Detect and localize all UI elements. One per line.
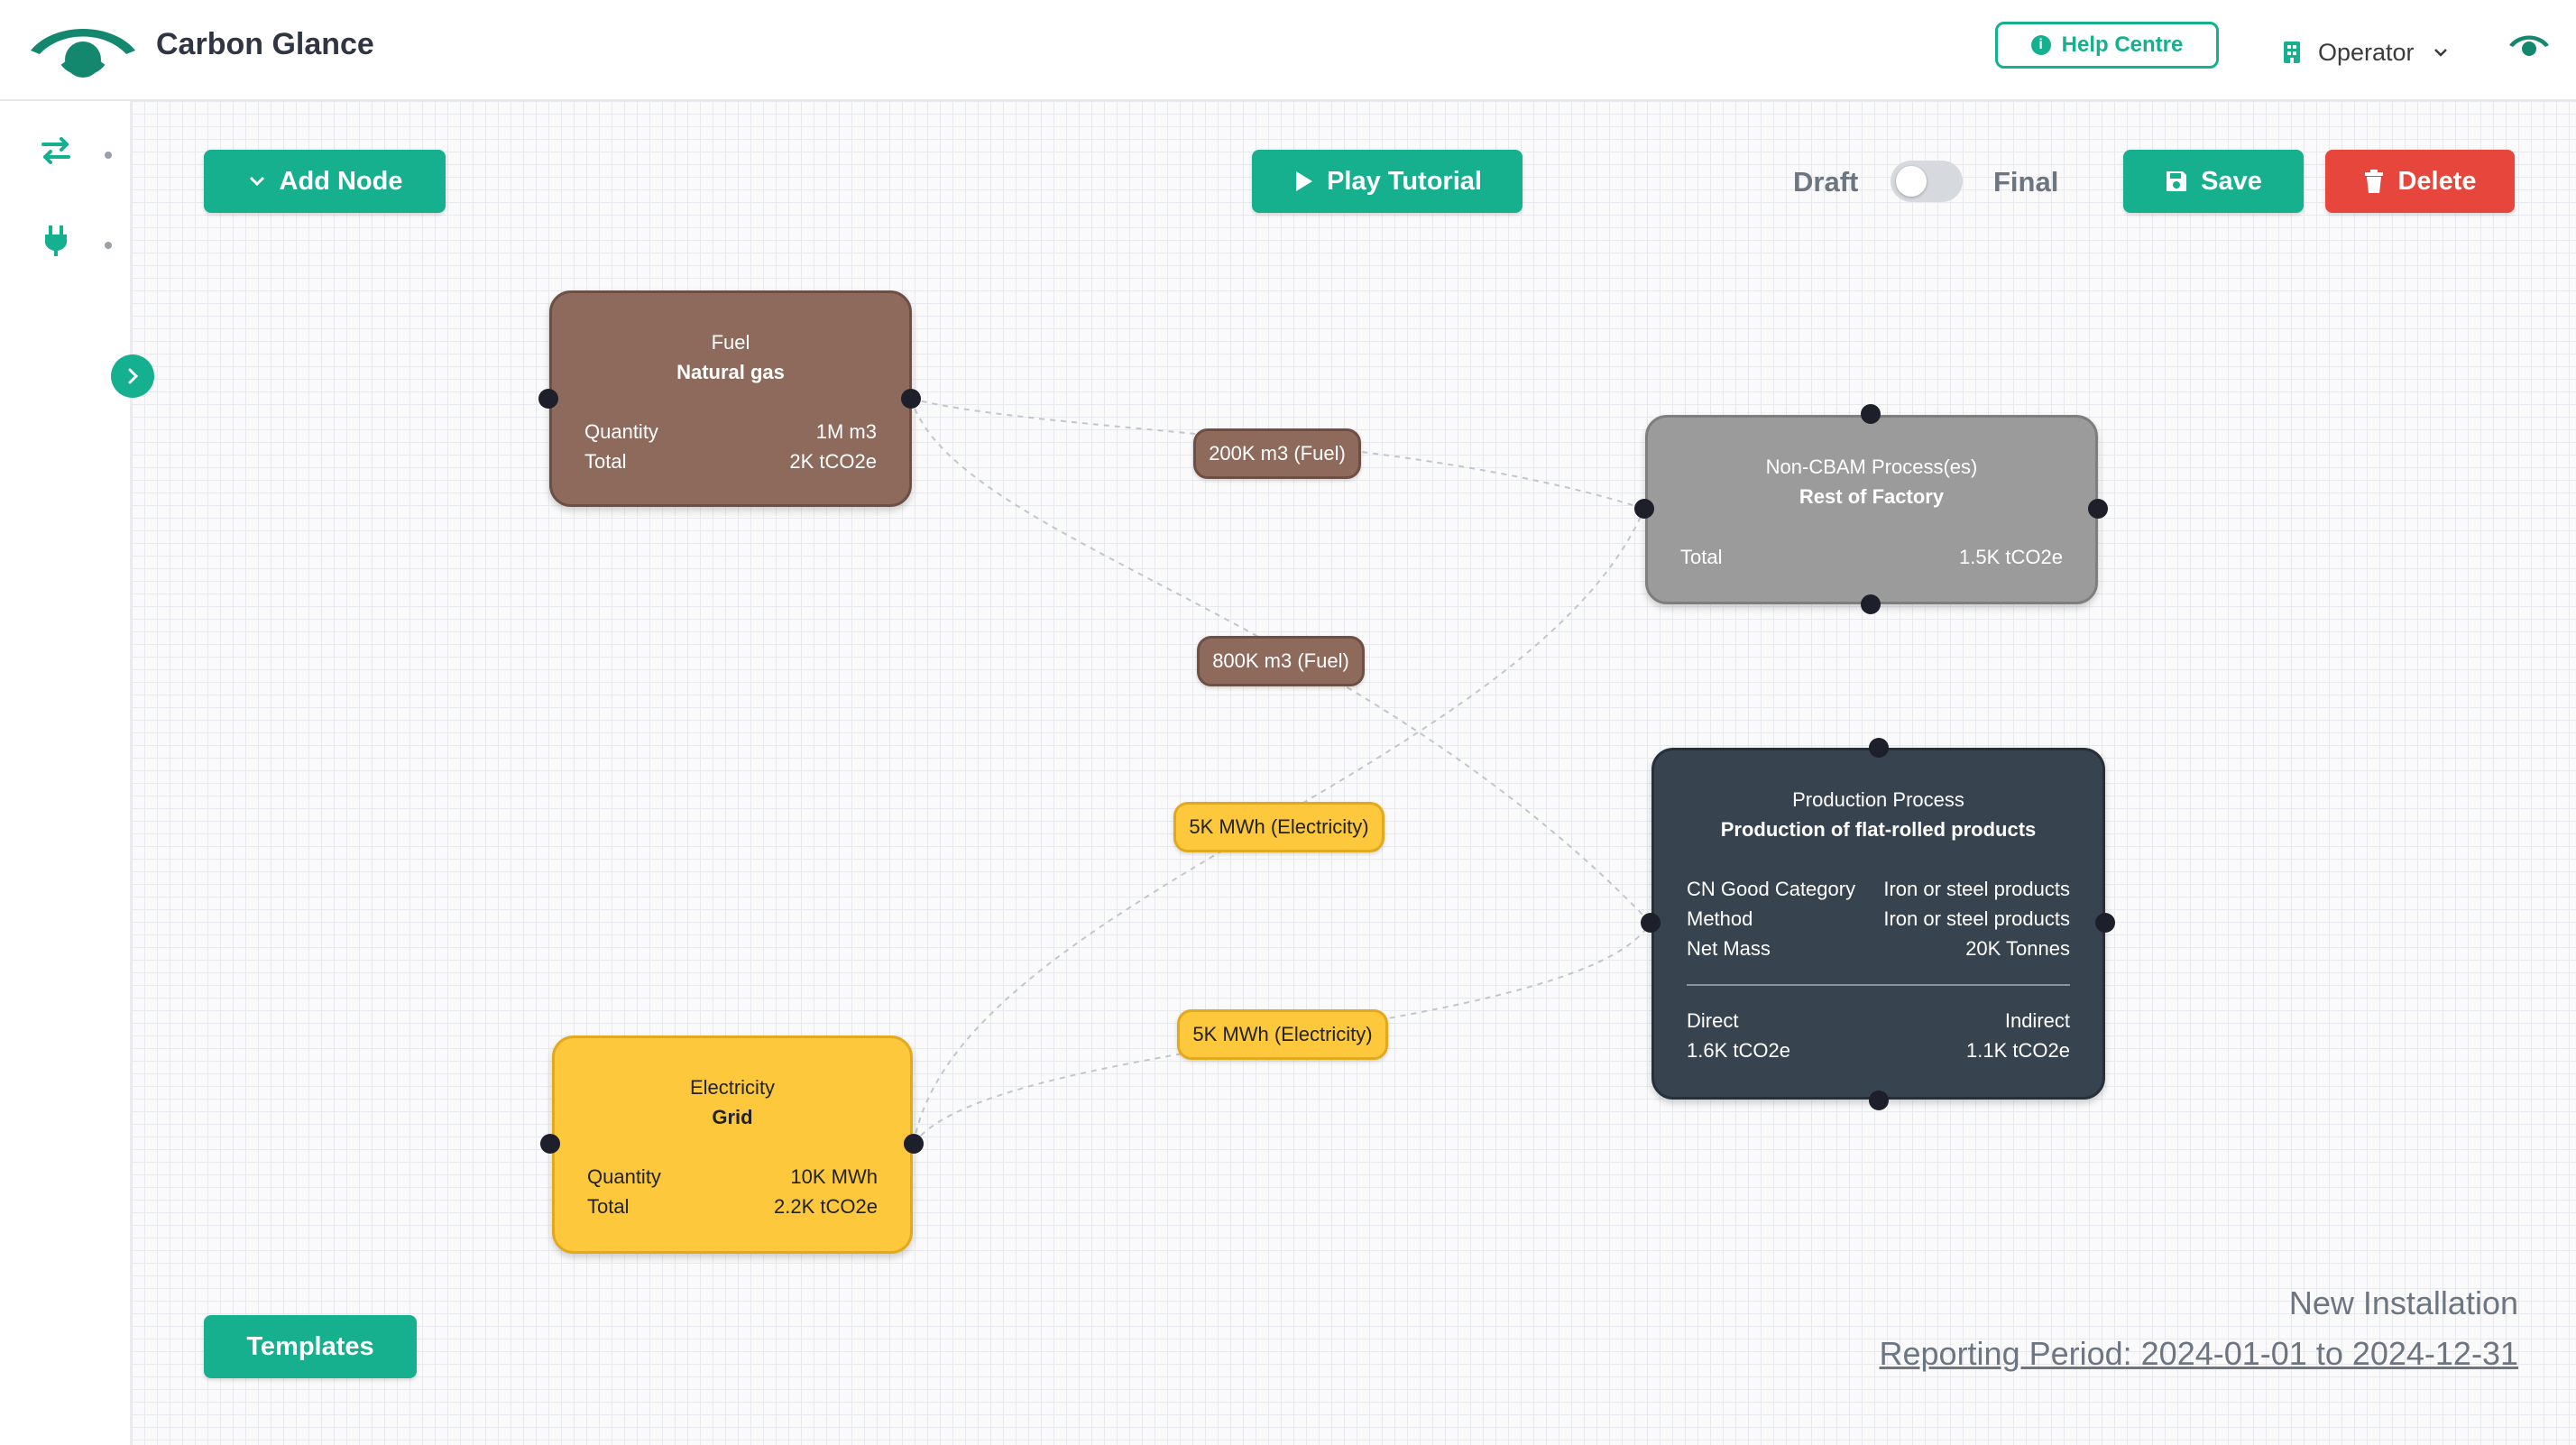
role-selector[interactable]: Operator (2282, 34, 2451, 70)
draft-label: Draft (1793, 166, 1859, 198)
reporting-period-link[interactable]: Reporting Period: 2024-01-01 to 2024-12-… (1880, 1335, 2519, 1373)
eye-icon[interactable] (2507, 32, 2551, 60)
connection-handle[interactable] (538, 389, 558, 409)
eye-logo-icon[interactable] (27, 18, 139, 81)
building-icon (2284, 41, 2300, 63)
node-electricity[interactable]: Electricity Grid Quantity 10K MWh Total … (552, 1035, 913, 1254)
chevron-down-icon (2433, 49, 2447, 57)
save-label: Save (2201, 166, 2262, 196)
node-type: Production Process (1792, 788, 1964, 811)
role-label: Operator (2318, 38, 2415, 66)
node-type: Fuel (711, 331, 750, 354)
node-row: Method Iron or steel products (1687, 907, 2070, 931)
expand-sidebar-button[interactable] (111, 354, 154, 398)
node-name: Grid (712, 1106, 753, 1128)
info-icon: i (2030, 35, 2051, 55)
row-value: Iron or steel products (1883, 907, 2070, 930)
plug-icon[interactable] (38, 222, 74, 258)
help-centre-button[interactable]: i Help Centre (1995, 22, 2219, 69)
row-value: 1M m3 (815, 420, 877, 443)
row-value: 1.5K tCO2e (1959, 546, 2063, 568)
node-name: Rest of Factory (1799, 485, 1945, 508)
node-row: Total 2K tCO2e (584, 450, 877, 474)
flow-canvas[interactable] (132, 101, 2576, 1445)
edge-label[interactable]: 800K m3 (Fuel) (1197, 636, 1365, 686)
node-name: Natural gas (676, 361, 785, 383)
node-production-process[interactable]: Production Process Production of flat-ro… (1651, 748, 2105, 1100)
row-value: 2K tCO2e (789, 450, 877, 473)
row-label: Quantity (587, 1165, 661, 1188)
row-label: CN Good Category (1687, 878, 1856, 900)
direct-label: Direct (1687, 1009, 1739, 1032)
node-type: Electricity (689, 1076, 776, 1099)
node-row: Quantity 1M m3 (584, 420, 877, 444)
node-name: Production of flat-rolled products (1720, 818, 2037, 841)
floppy-disk-icon (2167, 171, 2187, 191)
node-row: Quantity 10K MWh (587, 1165, 878, 1189)
connection-handle[interactable] (1861, 404, 1881, 424)
node-fuel[interactable]: Fuel Natural gas Quantity 1M m3 Total 2K… (549, 290, 912, 507)
edge-label[interactable]: 200K m3 (Fuel) (1193, 428, 1361, 479)
add-node-label: Add Node (279, 166, 403, 196)
node-non-cbam[interactable]: Non-CBAM Process(es) Rest of Factory Tot… (1645, 415, 2098, 604)
row-label: Method (1687, 907, 1753, 930)
node-type: Non-CBAM Process(es) (1765, 456, 1978, 478)
draft-final-toggle[interactable] (1891, 161, 1963, 202)
emissions-value-row: 1.6K tCO2e 1.1K tCO2e (1687, 1039, 2070, 1063)
toggle-knob (1896, 166, 1927, 197)
row-label: Total (587, 1195, 630, 1218)
row-label: Total (584, 450, 627, 473)
row-label: Quantity (584, 420, 658, 443)
sidebar-indicator-dot (105, 152, 112, 159)
row-value: Iron or steel products (1883, 878, 2070, 900)
help-centre-label: Help Centre (2061, 32, 2184, 57)
row-label: Total (1680, 546, 1723, 568)
edge-label[interactable]: 5K MWh (Electricity) (1173, 802, 1385, 852)
play-icon (1296, 171, 1313, 191)
swap-arrows-icon[interactable] (38, 132, 74, 168)
add-node-button[interactable]: Add Node (204, 150, 446, 213)
connection-handle[interactable] (2095, 913, 2115, 933)
indirect-value: 1.1K tCO2e (1966, 1039, 2070, 1062)
connection-handle[interactable] (1641, 913, 1661, 933)
row-value: 2.2K tCO2e (774, 1195, 878, 1218)
play-tutorial-label: Play Tutorial (1327, 166, 1482, 196)
delete-button[interactable]: Delete (2325, 150, 2515, 213)
edge-label[interactable]: 5K MWh (Electricity) (1177, 1009, 1388, 1060)
direct-value: 1.6K tCO2e (1687, 1039, 1790, 1062)
connection-handle[interactable] (901, 389, 921, 409)
connection-handle[interactable] (1634, 499, 1654, 519)
emissions-header-row: Direct Indirect (1687, 1009, 2070, 1033)
divider (1687, 984, 2070, 986)
trash-icon (2365, 170, 2384, 193)
node-row: Net Mass 20K Tonnes (1687, 937, 2070, 961)
node-row: Total 1.5K tCO2e (1680, 546, 2063, 569)
final-label: Final (1993, 166, 2059, 198)
connection-handle[interactable] (904, 1134, 924, 1154)
play-tutorial-button[interactable]: Play Tutorial (1252, 150, 1523, 213)
connection-handle[interactable] (1869, 1091, 1889, 1110)
left-sidebar (0, 101, 132, 1445)
chevron-down-icon (249, 176, 264, 187)
connection-handle[interactable] (540, 1134, 560, 1154)
row-label: Net Mass (1687, 937, 1771, 960)
app-title: Carbon Glance (156, 27, 374, 61)
node-row: CN Good Category Iron or steel products (1687, 878, 2070, 901)
top-header: Carbon Glance i Help Centre Operator (0, 0, 2576, 101)
node-row: Total 2.2K tCO2e (587, 1195, 878, 1219)
row-value: 20K Tonnes (1965, 937, 2070, 960)
connection-handle[interactable] (1869, 738, 1889, 758)
row-value: 10K MWh (790, 1165, 878, 1188)
delete-label: Delete (2397, 166, 2477, 196)
templates-label: Templates (246, 1331, 374, 1361)
chevron-right-icon (128, 368, 139, 384)
indirect-label: Indirect (2004, 1009, 2070, 1032)
connection-handle[interactable] (1861, 594, 1881, 614)
sidebar-indicator-dot (105, 242, 112, 249)
save-button[interactable]: Save (2123, 150, 2304, 213)
templates-button[interactable]: Templates (204, 1315, 417, 1378)
connection-handle[interactable] (2088, 499, 2108, 519)
installation-name: New Installation (2288, 1284, 2518, 1321)
